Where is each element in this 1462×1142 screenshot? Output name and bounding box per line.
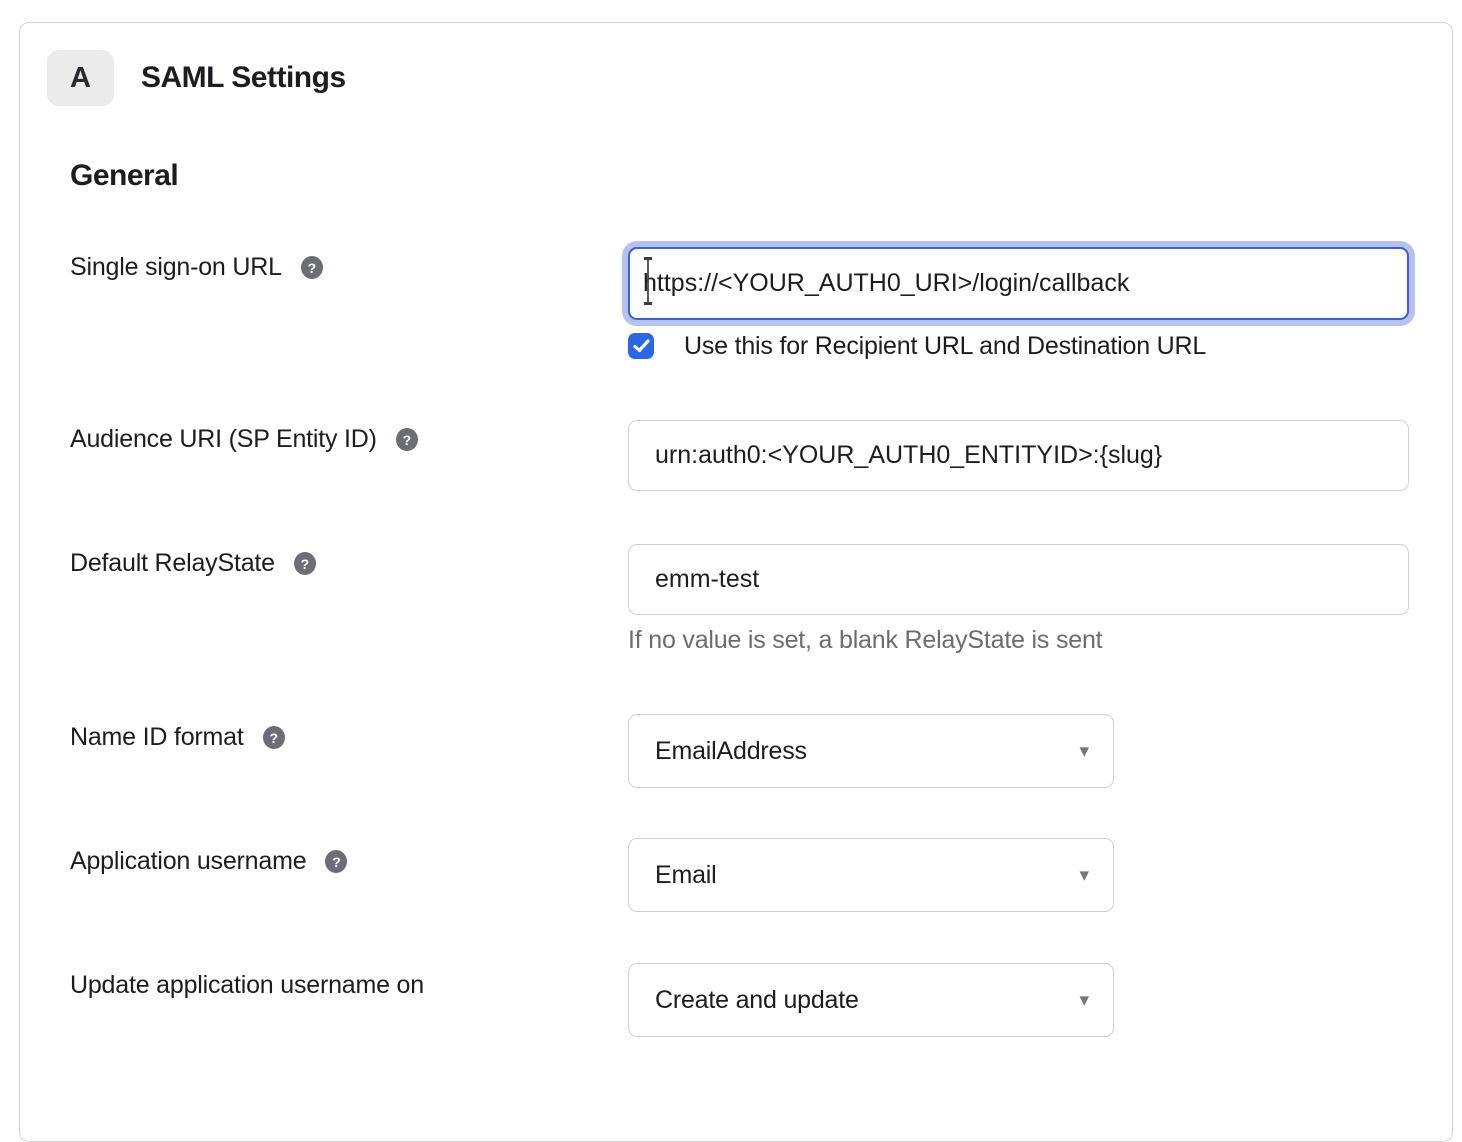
recipient-url-checkbox-row: Use this for Recipient URL and Destinati… (628, 332, 1206, 361)
checkmark-icon (633, 339, 650, 353)
name-id-format-value: EmailAddress (655, 737, 807, 766)
audience-uri-label-text: Audience URI (SP Entity ID) (70, 425, 377, 454)
help-icon[interactable]: ? (294, 552, 316, 575)
section-title-general: General (70, 159, 178, 193)
update-app-username-label-text: Update application username on (70, 971, 424, 1000)
update-app-username-label: Update application username on (70, 971, 424, 1000)
relay-state-input[interactable] (628, 544, 1409, 615)
chevron-down-icon: ▾ (1079, 742, 1089, 761)
update-app-username-value: Create and update (655, 986, 859, 1015)
update-app-username-select[interactable]: Create and update ▾ (628, 963, 1114, 1037)
help-icon-glyph: ? (332, 854, 340, 870)
help-icon-glyph: ? (301, 556, 309, 572)
chevron-down-icon: ▾ (1079, 866, 1089, 885)
card-header: A SAML Settings (47, 50, 346, 106)
recipient-url-checkbox[interactable] (628, 333, 654, 359)
help-icon[interactable]: ? (396, 428, 418, 451)
saml-settings-card: A SAML Settings General Single sign-on U… (19, 22, 1453, 1142)
name-id-format-select[interactable]: EmailAddress ▾ (628, 714, 1114, 788)
audience-uri-label: Audience URI (SP Entity ID) ? (70, 425, 418, 454)
help-icon-glyph: ? (308, 260, 316, 276)
help-icon[interactable]: ? (263, 726, 285, 749)
relay-state-label-text: Default RelayState (70, 549, 275, 578)
app-username-label: Application username ? (70, 847, 347, 876)
help-icon[interactable]: ? (325, 850, 347, 873)
audience-uri-input[interactable] (628, 420, 1409, 491)
help-icon-glyph: ? (403, 432, 411, 448)
name-id-format-label: Name ID format ? (70, 723, 285, 752)
chevron-down-icon: ▾ (1079, 991, 1089, 1010)
app-username-select[interactable]: Email ▾ (628, 838, 1114, 912)
recipient-url-checkbox-label[interactable]: Use this for Recipient URL and Destinati… (684, 332, 1206, 361)
name-id-format-label-text: Name ID format (70, 723, 244, 752)
help-icon[interactable]: ? (301, 256, 323, 279)
app-username-label-text: Application username (70, 847, 306, 876)
sso-url-label-text: Single sign-on URL (70, 253, 282, 282)
help-icon-glyph: ? (269, 730, 277, 746)
sso-url-input[interactable] (628, 247, 1409, 320)
app-username-value: Email (655, 861, 717, 890)
step-badge-letter: A (70, 62, 91, 95)
step-badge: A (47, 50, 114, 106)
relay-state-helper-text: If no value is set, a blank RelayState i… (628, 626, 1102, 655)
sso-url-label: Single sign-on URL ? (70, 253, 323, 282)
page-title: SAML Settings (141, 61, 346, 95)
relay-state-label: Default RelayState ? (70, 549, 316, 578)
